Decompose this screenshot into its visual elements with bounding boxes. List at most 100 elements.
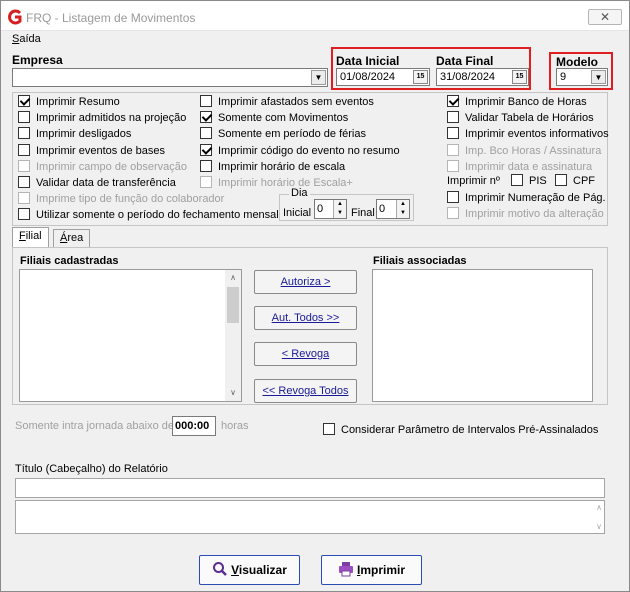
titulo-label: Título (Cabeçalho) do Relatório	[15, 463, 168, 475]
empresa-combobox[interactable]: ▼	[12, 68, 328, 87]
dia-inicial-spinner[interactable]: 0 ▲ ▼	[314, 199, 347, 219]
option-checkbox: Imp. Bco Horas / Assinatura	[447, 143, 602, 158]
printer-icon	[338, 562, 353, 577]
revoga-button[interactable]: < Revoga	[254, 342, 357, 366]
title-bar: FRQ - Listagem de Movimentos ✕	[1, 1, 629, 31]
considerar-checkbox[interactable]: Considerar Parâmetro de Intervalos Pré-A…	[323, 423, 598, 437]
filiais-associadas-list[interactable]	[372, 269, 593, 402]
checkbox-box	[18, 111, 30, 124]
intrajornada-field[interactable]: 000:00	[172, 416, 216, 436]
option-checkbox[interactable]: Imprimir eventos informativos	[447, 127, 609, 141]
checkbox-box	[447, 127, 459, 140]
titulo-input[interactable]	[15, 478, 605, 498]
close-button[interactable]: ✕	[588, 9, 622, 25]
data-inicial-field[interactable]: 01/08/2024 15	[336, 68, 430, 86]
dia-label: Dia	[289, 187, 310, 199]
titulo-textarea[interactable]: ∧ ∨	[15, 500, 605, 534]
imprimir-button[interactable]: Imprimir	[321, 555, 422, 585]
chevron-down-icon[interactable]: ▼	[311, 70, 326, 85]
dia-inicial-label: Inicial	[283, 207, 312, 219]
filiais-cadastradas-list[interactable]: ∧ ∨	[19, 269, 242, 402]
calendar-icon[interactable]: 15	[512, 70, 527, 84]
modelo-label: Modelo	[556, 55, 598, 69]
option-label: Imprimir Numeração de Pág.	[465, 192, 606, 204]
checkbox-box	[200, 95, 212, 107]
checkmark-icon	[447, 95, 459, 107]
revoga-todos-button[interactable]: << Revoga Todos	[254, 379, 357, 403]
option-checkbox[interactable]: Imprimir admitidos na projeção	[18, 111, 186, 125]
option-label: Imprimir Banco de Horas	[465, 96, 587, 108]
option-checkbox[interactable]: Imprimir eventos de bases	[18, 143, 165, 158]
spin-up-icon[interactable]: ▲	[333, 200, 346, 209]
checkbox-box	[18, 208, 30, 221]
close-icon: ✕	[599, 10, 611, 24]
option-label: Imprimir admitidos na projeção	[36, 112, 187, 125]
intrajornada-label: Somente intra jornada abaixo de	[15, 420, 174, 432]
spin-up-icon[interactable]: ▲	[396, 200, 409, 209]
option-label: Imp. Bco Horas / Assinatura	[465, 144, 602, 157]
spin-down-icon[interactable]: ▼	[396, 209, 409, 218]
scroll-down-icon[interactable]: ∨	[596, 522, 602, 531]
option-label: Validar Tabela de Horários	[465, 112, 594, 125]
scroll-up-icon[interactable]: ∧	[225, 270, 241, 286]
option-checkbox[interactable]: Imprimir Banco de Horas	[447, 95, 587, 109]
option-label: Imprimir eventos informativos	[465, 128, 609, 141]
tab-area[interactable]: Área	[53, 229, 91, 247]
checkbox-box	[447, 111, 459, 124]
option-checkbox[interactable]: Imprimir Numeração de Pág.	[447, 191, 606, 205]
option-label: Somente com Movimentos	[218, 112, 349, 125]
scroll-thumb[interactable]	[227, 287, 239, 323]
option-label: Imprimir data e assinatura	[465, 160, 593, 173]
option-checkbox[interactable]: Imprimir horário de escala	[200, 159, 345, 174]
app-logo-icon	[8, 9, 22, 25]
checkbox-box	[200, 176, 212, 188]
checkbox-box	[447, 191, 459, 203]
option-checkbox[interactable]: Somente com Movimentos	[200, 111, 348, 125]
magnifier-icon	[213, 562, 227, 576]
visualizar-button[interactable]: Visualizar	[199, 555, 300, 585]
data-final-field[interactable]: 31/08/2024 15	[436, 68, 529, 86]
filiais-cadastradas-label: Filiais cadastradas	[20, 255, 119, 267]
option-checkbox[interactable]: Imprimir código do evento no resumo	[200, 143, 400, 158]
option-checkbox: Imprimir motivo da alteração	[447, 207, 604, 221]
option-checkbox[interactable]: Validar Tabela de Horários	[447, 111, 594, 125]
option-checkbox[interactable]: Imprimir desligados	[18, 127, 131, 141]
autorizar-todos-button[interactable]: Aut. Todos >>	[254, 306, 357, 330]
option-checkbox[interactable]: Utilizar somente o período do fechamento…	[18, 208, 279, 222]
option-label: Validar data de transferência	[36, 177, 176, 189]
modelo-combobox[interactable]: 9 ▼	[556, 68, 608, 86]
checkbox-box	[200, 159, 212, 172]
spin-down-icon[interactable]: ▼	[333, 209, 346, 218]
filiais-associadas-label: Filiais associadas	[373, 255, 467, 267]
option-label: Somente em período de férias	[218, 128, 366, 141]
option-label: Imprimir horário de Escala+	[218, 177, 353, 189]
scrollbar[interactable]: ∧ ∨	[225, 270, 241, 401]
checkbox-box	[18, 143, 30, 156]
calendar-icon[interactable]: 15	[413, 70, 428, 84]
autoriza-button[interactable]: Autoriza >	[254, 270, 357, 294]
empresa-label: Empresa	[12, 53, 63, 67]
data-final-label: Data Final	[436, 54, 494, 68]
option-checkbox[interactable]: Imprimir afastados sem eventos	[200, 95, 374, 109]
option-label: Imprimir eventos de bases	[36, 144, 165, 157]
pis-checkbox[interactable]: PIS	[511, 174, 547, 188]
menu-saida[interactable]: Saída	[12, 33, 41, 45]
chevron-down-icon[interactable]: ▼	[591, 70, 606, 84]
option-checkbox[interactable]: Imprimir Resumo	[18, 95, 120, 109]
option-checkbox: Imprimir horário de Escala+	[200, 176, 353, 190]
dia-final-spinner[interactable]: 0 ▲ ▼	[376, 199, 410, 219]
option-label: Utilizar somente o período do fechamento…	[36, 209, 279, 222]
checkbox-box	[447, 159, 459, 172]
tab-filial[interactable]: Filial	[12, 227, 49, 247]
scroll-up-icon[interactable]: ∧	[596, 503, 602, 512]
option-checkbox[interactable]: Somente em período de férias	[200, 127, 366, 141]
option-label: Imprimir desligados	[36, 128, 132, 141]
option-label: Imprimir Resumo	[36, 96, 120, 108]
cpf-checkbox[interactable]: CPF	[555, 174, 595, 188]
scroll-down-icon[interactable]: ∨	[225, 385, 241, 401]
option-label: Imprimir motivo da alteração	[465, 208, 604, 221]
option-checkbox: Imprime tipo de função do colaborador	[18, 192, 224, 206]
imprimir-n-label: Imprimir nº	[447, 175, 500, 187]
checkbox-box	[18, 159, 30, 172]
option-checkbox[interactable]: Validar data de transferência	[18, 176, 176, 190]
